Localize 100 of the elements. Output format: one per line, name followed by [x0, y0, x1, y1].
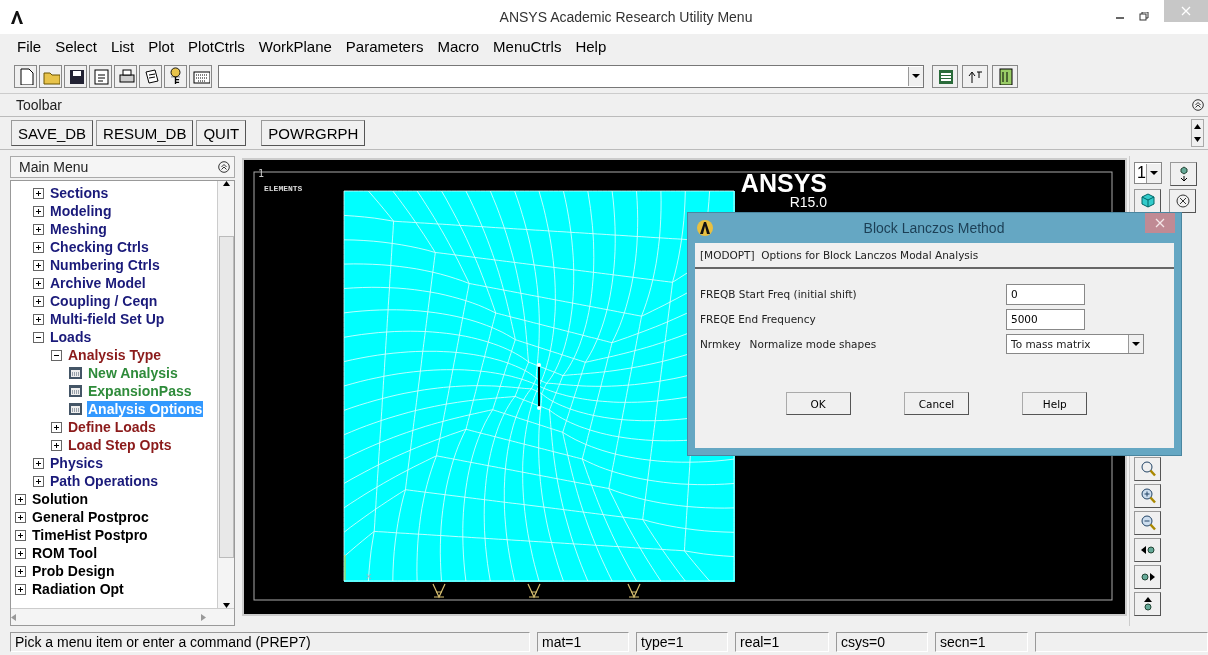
tree-item[interactable]: Checking Ctrls [49, 239, 150, 255]
menu-item[interactable]: List [103, 37, 142, 55]
tree-item[interactable]: Path Operations [49, 473, 160, 489]
tree-item[interactable]: Modeling [49, 203, 113, 219]
menu-item[interactable]: Help [568, 37, 614, 55]
menu-item[interactable]: Parameters [338, 37, 431, 55]
command-input-field[interactable] [218, 64, 924, 88]
status-field: csys=0 [836, 632, 928, 652]
tree-item[interactable]: Physics [49, 455, 104, 471]
dialog-button[interactable]: OK [785, 392, 851, 415]
input-field[interactable]: 5000 [1006, 308, 1085, 330]
key-button[interactable] [164, 64, 187, 88]
zoom-out-icon [1138, 514, 1157, 532]
dialog-icon [69, 385, 82, 397]
dropdown-arrow-icon [1132, 341, 1140, 347]
menu-item[interactable]: Macro [430, 37, 487, 55]
zoom-in-button[interactable] [1134, 484, 1161, 508]
menu-item[interactable]: PlotCtrls [181, 37, 252, 55]
tree-item[interactable]: Define Loads [67, 419, 157, 435]
tree-item[interactable]: Loads [49, 329, 93, 345]
layers-button[interactable] [932, 64, 958, 88]
dropdown-field[interactable]: To mass matrix [1006, 334, 1144, 354]
menu-item[interactable]: MenuCtrls [486, 37, 569, 55]
menu-item[interactable]: File [10, 37, 49, 55]
zoom-in-icon [1138, 487, 1157, 505]
dialog-title: Block Lanczos Method [862, 220, 1006, 236]
logo-icon [697, 220, 713, 236]
tree-item[interactable]: Archive Model [49, 275, 147, 291]
down-arrow-icon [1194, 137, 1201, 142]
new-file-button[interactable] [14, 64, 37, 88]
menu-item[interactable]: Plot [141, 37, 182, 55]
support-icon [627, 583, 641, 599]
tree-item[interactable]: Radiation Opt [31, 581, 125, 597]
pan-left-button[interactable] [1134, 538, 1161, 562]
tree-item[interactable]: Meshing [49, 221, 108, 237]
pan-right-button[interactable] [1134, 565, 1161, 589]
printer-button[interactable] [114, 64, 137, 88]
tree-item[interactable]: Load Step Opts [67, 437, 173, 453]
version-label: R15.0 [789, 194, 827, 210]
cube-button[interactable] [1134, 189, 1161, 213]
zoom-back-icon [1138, 460, 1157, 478]
toolbar-button[interactable]: SAVE_DB [11, 120, 94, 146]
up-arrow-icon [222, 181, 230, 186]
field-key: Nrmkey [700, 338, 741, 350]
menu-item[interactable]: WorkPlane [251, 37, 339, 55]
zoom-back-button[interactable] [1134, 457, 1161, 481]
close-icon [1155, 218, 1165, 228]
pan-up-button[interactable] [1134, 592, 1161, 616]
tree-item[interactable]: ExpansionPass [87, 383, 193, 399]
tree-item[interactable]: ROM Tool [31, 545, 99, 561]
tree-item[interactable]: Prob Design [31, 563, 116, 579]
plot-label: ELEMENTS [264, 184, 303, 193]
raise-button[interactable] [962, 64, 988, 88]
menu-item[interactable]: Select [48, 37, 104, 55]
logo-icon [10, 10, 24, 24]
window-select[interactable]: 1 [1134, 162, 1162, 184]
dialog-header: [MODOPT] Options for Block Lanczos Modal Analysis [700, 249, 979, 261]
toolbar-button[interactable]: POWRGRPH [261, 120, 366, 146]
scrollbar[interactable] [11, 608, 234, 625]
save-button[interactable] [64, 64, 87, 88]
toolbar-button[interactable]: RESUM_DB [96, 120, 194, 146]
tree-item[interactable]: TimeHist Postpro [31, 527, 149, 543]
toolbar-button[interactable]: QUIT [196, 120, 247, 146]
tree-item[interactable]: General Postproc [31, 509, 150, 525]
tree-item[interactable]: New Analysis [87, 365, 179, 381]
tree-item[interactable]: Analysis Type [67, 347, 163, 363]
notepad-button[interactable] [139, 64, 162, 88]
input-field[interactable]: 0 [1006, 283, 1085, 305]
window-title: ANSYS Academic Research Utility Menu [498, 9, 754, 25]
tree-item[interactable]: Coupling / Ceqn [49, 293, 159, 309]
tree-item[interactable]: Sections [49, 185, 110, 201]
panel-button[interactable] [992, 64, 1018, 88]
dropdown-arrow-icon [912, 73, 920, 79]
tree-item[interactable]: Solution [31, 491, 89, 507]
dialog-button[interactable]: Cancel [904, 392, 969, 415]
collapse-button[interactable] [1192, 99, 1204, 111]
collapse-icon [218, 161, 230, 173]
crack-line [537, 363, 541, 410]
support-icon [527, 583, 541, 599]
collapse-icon [1192, 99, 1204, 111]
keyboard-button[interactable] [189, 64, 212, 88]
report-button[interactable] [89, 64, 112, 88]
scrollbar[interactable] [217, 181, 234, 608]
scroll-spinner[interactable] [1191, 119, 1204, 147]
dialog-button[interactable]: Help [1022, 392, 1088, 415]
dialog-icon [69, 403, 82, 415]
pan-down-button[interactable] [1170, 162, 1197, 186]
tree-item[interactable]: Numbering Ctrls [49, 257, 161, 273]
layers-icon [936, 67, 954, 85]
report-icon [91, 67, 110, 85]
menu-title: Main Menu [19, 159, 89, 175]
zoom-out-button[interactable] [1134, 511, 1161, 535]
support-icon [432, 583, 446, 599]
toolbar-title: Toolbar [16, 97, 62, 113]
window-number: 1 [258, 168, 265, 179]
tree-item[interactable]: Multi-field Set Up [49, 311, 166, 327]
panel-icon [996, 67, 1014, 85]
cube-icon [1138, 192, 1157, 210]
axis-label: X [366, 572, 372, 581]
status-field: type=1 [636, 632, 728, 652]
